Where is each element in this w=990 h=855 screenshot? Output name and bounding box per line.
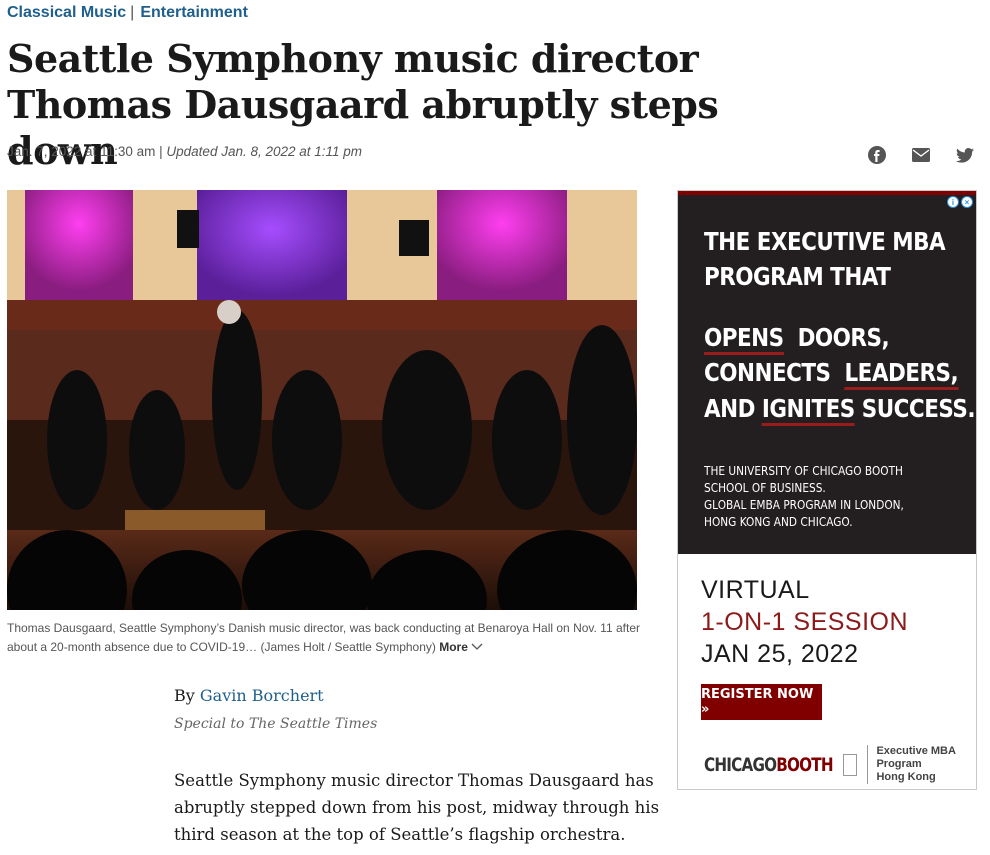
email-icon[interactable] <box>910 144 932 166</box>
caption-more-label: More <box>439 640 468 654</box>
ad-school-line3: GLOBAL EMBA PROGRAM IN LONDON, <box>704 498 904 512</box>
ad-headline-line1: THE EXECUTIVE MBA <box>704 227 946 256</box>
breadcrumb: Classical Music | Entertainment <box>7 4 248 22</box>
ad-word-and: AND <box>704 394 755 423</box>
dateline-separator: | <box>159 144 163 159</box>
university-seal-icon <box>842 753 858 776</box>
ad-word-ignites: IGNITES <box>761 394 855 426</box>
ad-choices[interactable]: i × <box>947 196 973 208</box>
ad-hero-panel: i × THE EXECUTIVE MBA PROGRAM THAT OPENS… <box>678 191 976 554</box>
author-link[interactable]: Gavin Borchert <box>200 686 324 705</box>
chicago-booth-logo: CHICAGOBOOTH Executive MBA Program Hong … <box>704 745 976 784</box>
ad-session: 1-ON-1 SESSION <box>701 608 909 636</box>
ad-line-connects: CONNECTS LEADERS, <box>704 358 959 390</box>
ad-word-connects: CONNECTS <box>704 358 831 387</box>
breadcrumb-separator: | <box>130 4 135 21</box>
ad-headline-line2: PROGRAM THAT <box>704 262 891 291</box>
facebook-icon[interactable] <box>866 144 888 166</box>
ad-word-opens: OPENS <box>704 323 784 355</box>
chevron-down-icon <box>471 643 483 650</box>
orchestra-concert-image <box>7 190 637 610</box>
adchoices-info-icon[interactable]: i <box>947 196 959 208</box>
article-photo[interactable] <box>7 190 637 610</box>
ad-school-line1: THE UNIVERSITY OF CHICAGO BOOTH <box>704 464 903 478</box>
breadcrumb-entertainment[interactable]: Entertainment <box>140 4 248 21</box>
ad-school-line2: SCHOOL OF BUSINESS. <box>704 481 826 495</box>
updated-date: Updated Jan. 8, 2022 at 1:11 pm <box>166 144 363 159</box>
ad-tagline-line2: Hong Kong <box>876 771 936 783</box>
register-now-button[interactable]: REGISTER NOW » <box>701 684 822 720</box>
ad-word-doors: DOORS, <box>797 323 890 352</box>
ad-tagline-line1: Executive MBA Program <box>876 745 956 770</box>
caption-text: Thomas Dausgaard, Seattle Symphony’s Dan… <box>7 621 640 654</box>
author-credit: Special to The Seattle Times <box>174 716 378 732</box>
logo-wordmark: CHICAGOBOOTH <box>704 753 834 776</box>
logo-word-booth: BOOTH <box>776 753 833 776</box>
ad-word-success: SUCCESS. <box>861 394 976 423</box>
adchoices-close-icon[interactable]: × <box>961 196 973 208</box>
twitter-icon[interactable] <box>954 144 976 166</box>
article-body-paragraph: Seattle Symphony music director Thomas D… <box>174 771 660 844</box>
breadcrumb-classical-music[interactable]: Classical Music <box>7 4 126 21</box>
advertisement[interactable]: i × THE EXECUTIVE MBA PROGRAM THAT OPENS… <box>677 190 977 790</box>
photo-caption: Thomas Dausgaard, Seattle Symphony’s Dan… <box>7 619 647 657</box>
ad-virtual: VIRTUAL <box>701 576 810 604</box>
ad-line-ignites: AND IGNITES SUCCESS. <box>704 394 976 426</box>
logo-word-chicago: CHICAGO <box>704 753 777 776</box>
published-date: Jan. 7, 2022 at 11:30 am <box>7 144 156 159</box>
share-bar <box>866 144 976 166</box>
ad-word-leaders: LEADERS, <box>844 358 959 390</box>
byline-prefix: By <box>174 686 195 705</box>
ad-school-line4: HONG KONG AND CHICAGO. <box>704 515 853 529</box>
ad-line-opens: OPENS DOORS, <box>704 323 890 355</box>
ad-date: JAN 25, 2022 <box>701 640 859 668</box>
caption-more-button[interactable]: More <box>439 640 483 654</box>
byline: By Gavin Borchert <box>174 686 324 705</box>
dateline: Jan. 7, 2022 at 11:30 am | Updated Jan. … <box>7 144 362 159</box>
ad-tagline: Executive MBA Program Hong Kong <box>867 745 976 784</box>
